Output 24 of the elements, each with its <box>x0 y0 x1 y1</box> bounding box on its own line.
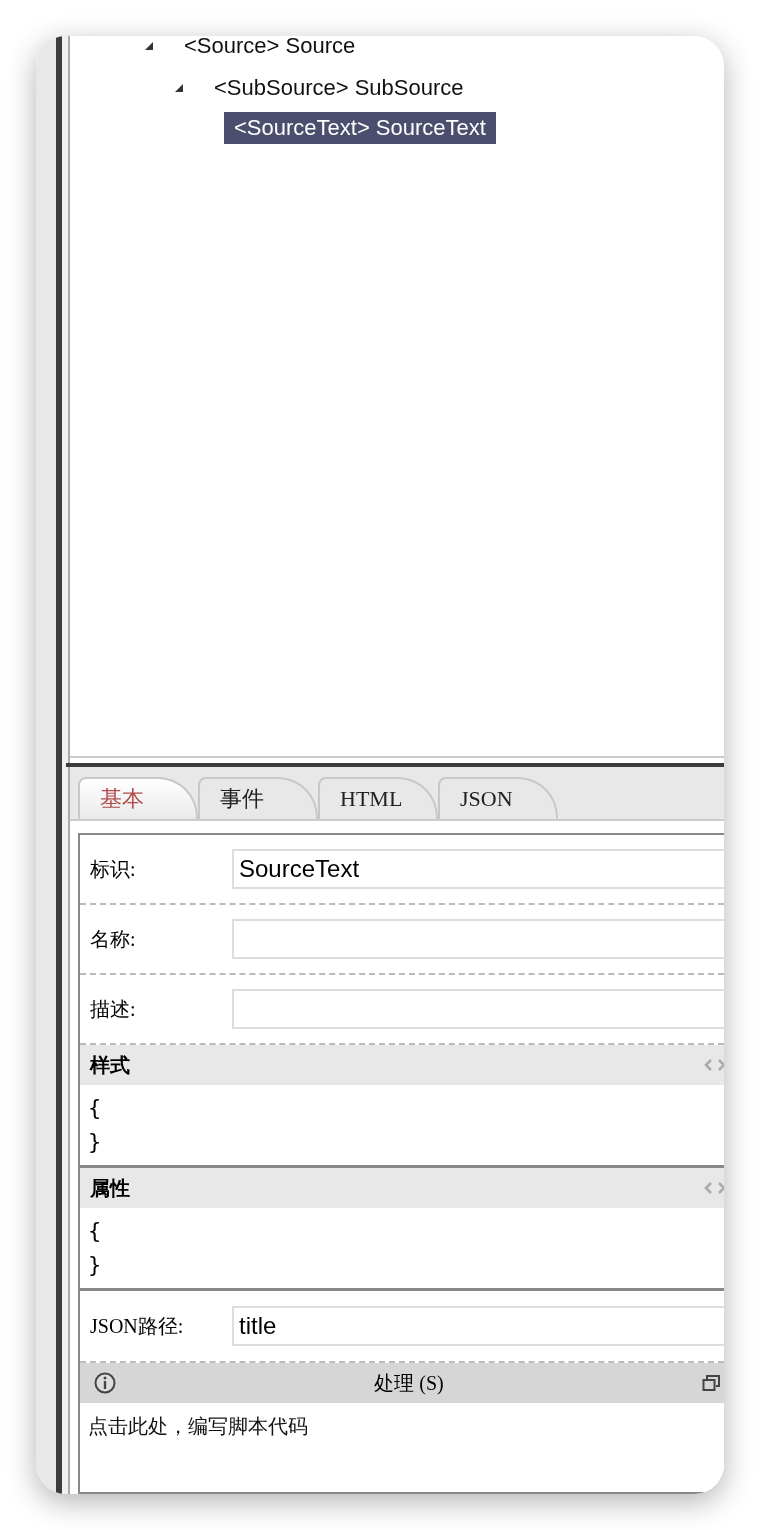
tab[interactable]: JSON <box>438 777 558 819</box>
script-title: 处理 (S) <box>374 1370 444 1396</box>
code-editor[interactable]: { } <box>80 1208 724 1288</box>
field-label: 名称: <box>89 926 137 952</box>
input-field[interactable] <box>232 989 724 1029</box>
tab[interactable]: 基本 <box>78 777 198 819</box>
window-icon[interactable] <box>702 1374 720 1392</box>
expand-triangle-icon[interactable] <box>144 41 154 51</box>
tab[interactable]: 事件 <box>198 777 318 819</box>
field-label: 描述: <box>89 996 137 1022</box>
tree-item[interactable]: <SubSource> SubSource <box>204 72 474 104</box>
field-label: 标识: <box>89 856 137 882</box>
field-label: JSON路径: <box>89 1313 185 1339</box>
tree-item[interactable]: <Source> Source <box>174 36 366 62</box>
section-title: 属性 <box>89 1175 130 1201</box>
input-field[interactable] <box>232 919 724 959</box>
expand-triangle-icon[interactable] <box>174 83 184 93</box>
info-icon[interactable] <box>94 1372 116 1394</box>
tab[interactable]: HTML <box>318 777 438 819</box>
input-field[interactable]: SourceText <box>232 849 724 889</box>
input-field[interactable]: title <box>232 1306 724 1346</box>
tree-item[interactable]: <SourceText> SourceText <box>224 112 496 144</box>
code-editor[interactable]: { } <box>80 1085 724 1165</box>
section-title: 样式 <box>88 1052 130 1078</box>
